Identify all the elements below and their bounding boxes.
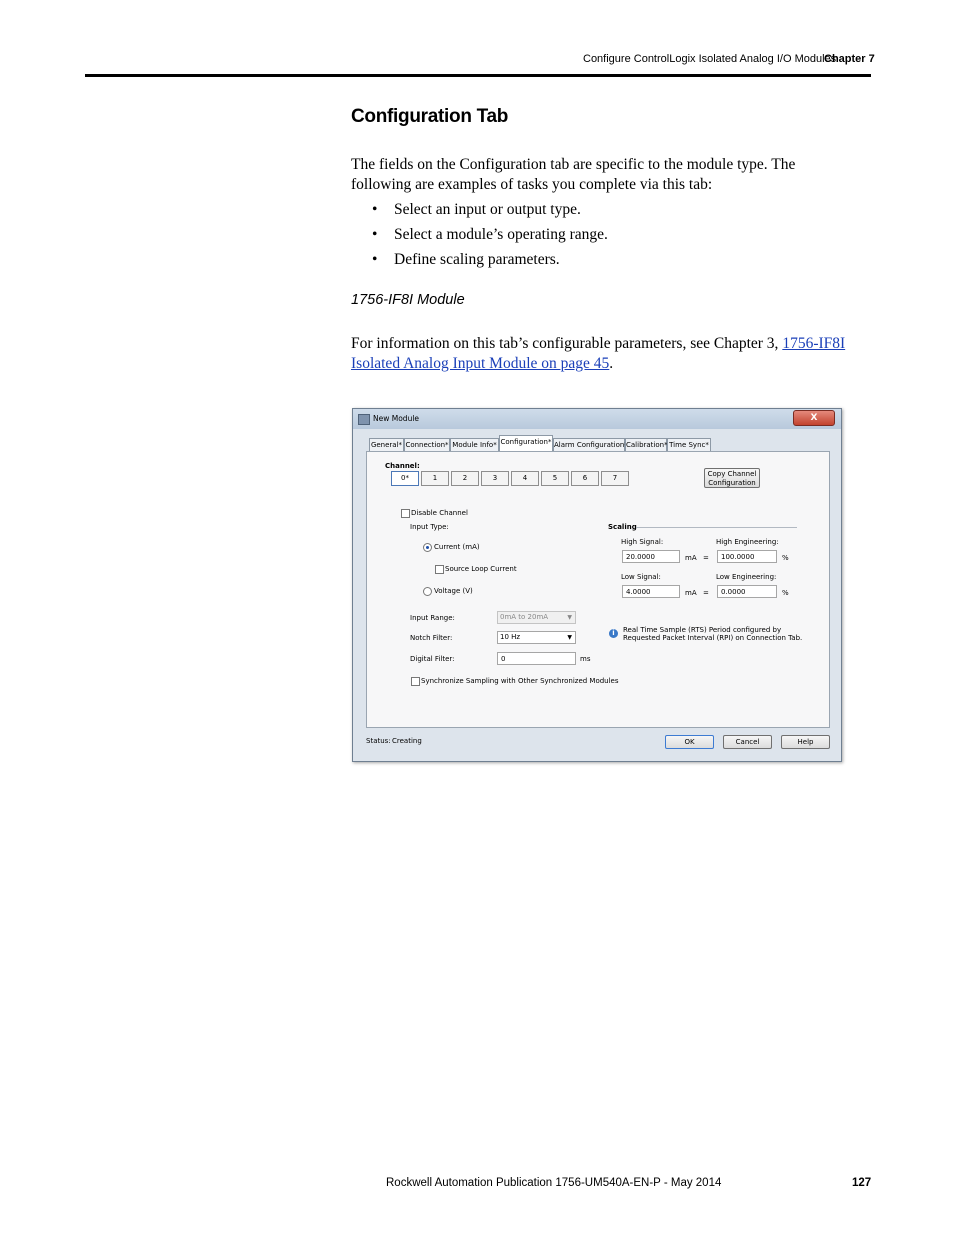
input-range-select[interactable]: 0mA to 20mA ▼	[497, 611, 576, 624]
digital-filter-unit: ms	[580, 655, 591, 663]
high-signal-unit: mA	[685, 554, 697, 562]
tab-general[interactable]: General*	[369, 438, 404, 451]
section-title: Configuration Tab	[351, 106, 509, 127]
high-engineering-value: 100.0000	[721, 553, 755, 561]
high-signal-label: High Signal:	[621, 538, 664, 546]
running-title: Configure ControlLogix Isolated Analog I…	[583, 53, 837, 65]
copy-button-line-1: Copy Channel	[707, 470, 757, 478]
tab-alarm-configuration[interactable]: Alarm Configuration*	[553, 438, 628, 451]
tab-module-info[interactable]: Module Info*	[450, 438, 499, 451]
high-engineering-label: High Engineering:	[716, 538, 779, 546]
digital-filter-input[interactable]: 0	[497, 652, 576, 665]
input-range-value: 0mA to 20mA	[500, 613, 549, 621]
sync-sampling-label: Synchronize Sampling with Other Synchron…	[421, 677, 619, 685]
chevron-down-icon: ▼	[567, 634, 572, 641]
voltage-option-label: Voltage (V)	[434, 587, 473, 595]
current-radio[interactable]	[423, 543, 432, 552]
copy-button-line-2: Configuration	[708, 479, 756, 487]
close-button[interactable]: X	[793, 410, 835, 426]
reference-link[interactable]: 1756-IF8I	[782, 335, 845, 352]
channel-4-button[interactable]: 4	[511, 471, 539, 486]
digital-filter-value: 0	[501, 655, 506, 663]
tab-configuration[interactable]: Configuration*	[499, 435, 553, 451]
source-loop-label: Source Loop Current	[445, 565, 517, 573]
high-engineering-unit: %	[782, 554, 789, 562]
notch-filter-label: Notch Filter:	[410, 634, 453, 642]
low-signal-input[interactable]: 4.0000	[622, 585, 680, 598]
dialog-title-bar: New Module X	[353, 409, 841, 429]
low-equals: =	[703, 589, 709, 597]
disable-channel-checkbox[interactable]	[401, 509, 410, 518]
tab-connection[interactable]: Connection*	[404, 438, 450, 451]
ok-button[interactable]: OK	[665, 735, 714, 749]
channel-5-button[interactable]: 5	[541, 471, 569, 486]
digital-filter-label: Digital Filter:	[410, 655, 455, 663]
channel-6-button[interactable]: 6	[571, 471, 599, 486]
scaling-divider	[636, 527, 797, 528]
voltage-radio[interactable]	[423, 587, 432, 596]
page-number: 127	[852, 1177, 872, 1189]
copy-channel-configuration-button[interactable]: Copy Channel Configuration	[704, 468, 760, 488]
reference-prefix: For information on this tab’s configurab…	[351, 335, 779, 352]
low-engineering-unit: %	[782, 589, 789, 597]
task-list: Select an input or output type. Select a…	[372, 200, 608, 275]
low-engineering-input[interactable]: 0.0000	[717, 585, 777, 598]
figure-caption: 1756-IF8I Module	[351, 292, 465, 308]
source-loop-checkbox[interactable]	[435, 565, 444, 574]
help-button[interactable]: Help	[781, 735, 830, 749]
channel-label: Channel:	[385, 462, 420, 470]
channel-3-button[interactable]: 3	[481, 471, 509, 486]
info-icon: i	[609, 629, 618, 638]
low-signal-value: 4.0000	[626, 588, 651, 596]
reference-link-cont[interactable]: Isolated Analog Input Module on page 45	[351, 355, 609, 372]
input-type-label: Input Type:	[410, 523, 449, 531]
new-module-dialog: New Module X General* Connection* Module…	[352, 408, 842, 762]
list-item: Select an input or output type.	[372, 200, 608, 225]
channel-1-button[interactable]: 1	[421, 471, 449, 486]
cancel-button[interactable]: Cancel	[723, 735, 772, 749]
intro-paragraph: The fields on the Configuration tab are …	[351, 155, 871, 195]
intro-line-1: The fields on the Configuration tab are …	[351, 156, 796, 173]
rts-info-line-1: Real Time Sample (RTS) Period configured…	[623, 626, 782, 634]
disable-channel-label: Disable Channel	[411, 509, 468, 517]
input-range-label: Input Range:	[410, 614, 455, 622]
chapter-label: Chapter 7	[824, 53, 875, 65]
module-icon	[358, 414, 370, 425]
list-item: Define scaling parameters.	[372, 250, 608, 275]
tab-time-sync[interactable]: Time Sync*	[667, 438, 711, 451]
high-signal-input[interactable]: 20.0000	[622, 550, 680, 563]
channel-2-button[interactable]: 2	[451, 471, 479, 486]
dialog-title: New Module	[373, 414, 420, 423]
current-option-label: Current (mA)	[434, 543, 480, 551]
channel-7-button[interactable]: 7	[601, 471, 629, 486]
intro-line-2: following are examples of tasks you comp…	[351, 176, 713, 193]
publication-info: Rockwell Automation Publication 1756-UM5…	[386, 1177, 722, 1189]
scaling-label: Scaling	[608, 523, 637, 531]
notch-filter-select[interactable]: 10 Hz ▼	[497, 631, 576, 644]
tab-calibration[interactable]: Calibration*	[625, 438, 668, 451]
chevron-down-icon: ▼	[567, 614, 572, 621]
high-engineering-input[interactable]: 100.0000	[717, 550, 777, 563]
low-signal-unit: mA	[685, 589, 697, 597]
header-rule	[85, 74, 871, 77]
sync-sampling-checkbox[interactable]	[411, 677, 420, 686]
status-value: Creating	[392, 737, 422, 745]
high-signal-value: 20.0000	[626, 553, 655, 561]
low-signal-label: Low Signal:	[621, 573, 661, 581]
notch-filter-value: 10 Hz	[500, 633, 521, 641]
low-engineering-value: 0.0000	[721, 588, 746, 596]
status-label: Status:	[366, 737, 391, 745]
high-equals: =	[703, 554, 709, 562]
reference-paragraph: For information on this tab’s configurab…	[351, 334, 871, 374]
rts-info-line-2: Requested Packet Interval (RPI) on Conne…	[623, 634, 803, 642]
list-item: Select a module’s operating range.	[372, 225, 608, 250]
reference-suffix: .	[609, 355, 614, 372]
low-engineering-label: Low Engineering:	[716, 573, 777, 581]
channel-0-button[interactable]: 0*	[391, 471, 419, 486]
